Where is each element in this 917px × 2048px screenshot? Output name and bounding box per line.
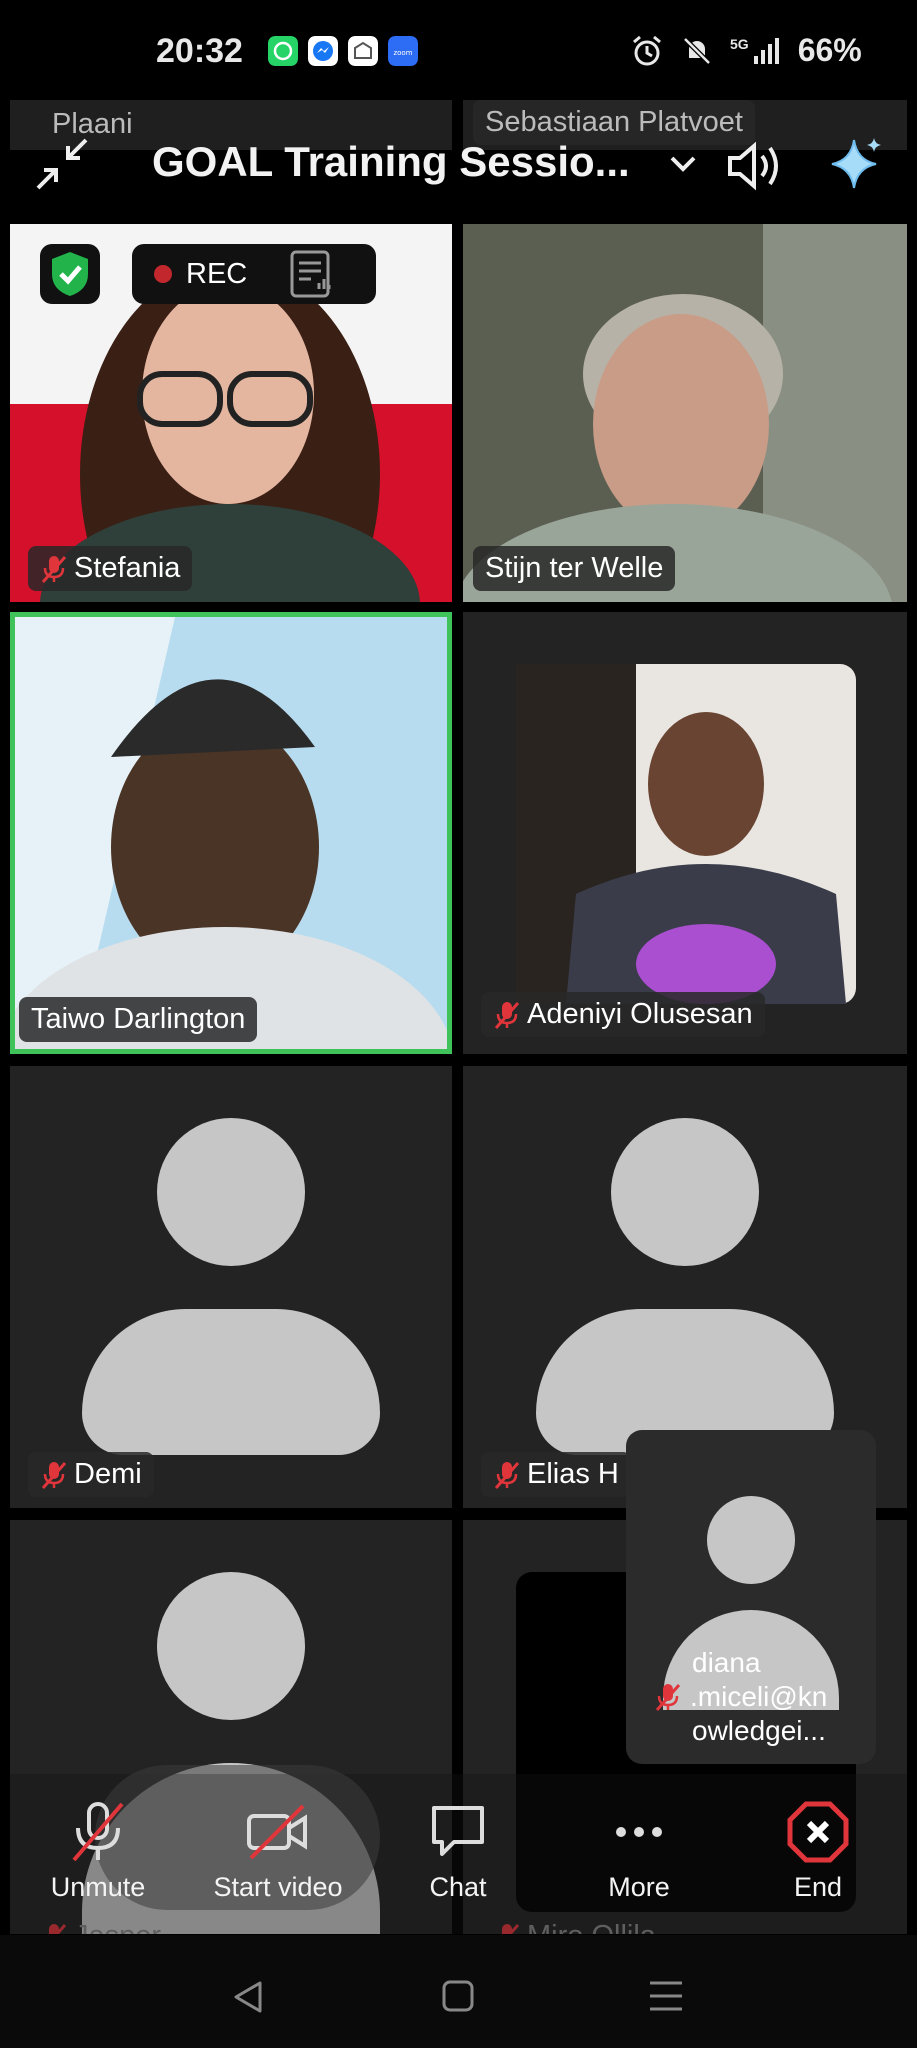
participant-name: Stefania [74, 552, 181, 584]
more-dots-icon [616, 1827, 662, 1837]
mic-off-icon [494, 1001, 520, 1029]
more-button[interactable]: More [549, 1800, 729, 1903]
participant-tile-taiwo[interactable]: Taiwo Darlington [10, 612, 452, 1054]
participant-tile-adeniyi[interactable]: Adeniyi Olusesan [463, 612, 907, 1054]
speaker-icon[interactable] [724, 138, 784, 194]
start-video-label: Start video [213, 1872, 343, 1902]
unmute-label: Unmute [50, 1872, 146, 1902]
bell-muted-icon [683, 36, 711, 65]
zoom-icon: zoom [388, 36, 418, 66]
participant-tile-stefania[interactable]: REC Stefania [10, 224, 452, 602]
recording-label: REC [186, 257, 248, 290]
participant-video [15, 617, 447, 1049]
chat-label: Chat [429, 1872, 487, 1902]
system-navigation-bar [0, 1935, 917, 2048]
battery-level: 66% [797, 32, 862, 68]
avatar-placeholder-head [157, 1118, 305, 1266]
encryption-shield[interactable] [40, 244, 100, 304]
participant-tile-stijn[interactable]: Stijn ter Welle [463, 224, 907, 602]
system-status: 5G 66% [630, 32, 862, 69]
chat-button[interactable]: Chat [368, 1800, 548, 1903]
ai-companion-icon[interactable] [826, 134, 886, 194]
start-video-button[interactable]: Start video [188, 1800, 368, 1903]
mic-muted-icon [72, 1802, 124, 1862]
chat-bubble-icon [432, 1806, 484, 1856]
status-bar: 20:32 zoom 5G 66% [0, 0, 917, 100]
end-label: End [793, 1872, 843, 1902]
participant-name: Stijn ter Welle [485, 552, 664, 584]
end-meeting-icon [787, 1801, 849, 1863]
participant-name: Elias H [527, 1458, 619, 1490]
participant-name-chip: Elias H [481, 1452, 631, 1497]
messenger-icon [308, 36, 338, 66]
alarm-icon [633, 35, 661, 65]
mic-off-icon [41, 1461, 67, 1489]
floating-name-line3: owledgei... [692, 1715, 826, 1746]
mic-off-icon [655, 1684, 681, 1711]
end-button[interactable]: End [728, 1800, 908, 1903]
participant-name-chip: Stijn ter Welle [473, 546, 676, 591]
participant-name: Demi [74, 1458, 142, 1490]
participant-profile-photo [516, 664, 856, 1004]
meeting-title[interactable]: GOAL Training Sessio... [152, 138, 630, 186]
participant-tile-demi[interactable]: Demi [10, 1066, 452, 1508]
record-dot-icon [154, 265, 172, 283]
video-off-icon [247, 1804, 307, 1860]
chevron-down-icon[interactable] [668, 152, 698, 176]
signal-5g-icon: 5G [730, 36, 782, 66]
notification-icons: zoom [268, 36, 418, 66]
more-label: More [608, 1872, 670, 1902]
clock: 20:32 [156, 32, 243, 70]
minimize-icon[interactable] [34, 136, 90, 192]
unmute-button[interactable]: Unmute [8, 1800, 188, 1903]
participant-name-chip: Demi [28, 1452, 154, 1497]
recording-indicator[interactable]: REC [132, 244, 376, 304]
mic-off-icon [41, 555, 67, 583]
avatar-placeholder-head [707, 1496, 795, 1584]
avatar-placeholder-head [611, 1118, 759, 1266]
floating-name-chip: diana .miceli@kn owledgei... [654, 1646, 854, 1748]
whatsapp-icon [268, 36, 298, 66]
avatar-placeholder-head [157, 1572, 305, 1720]
home-icon[interactable] [441, 1979, 475, 2013]
back-icon[interactable] [230, 1979, 266, 2015]
floating-name-line2: .miceli@kn [690, 1681, 828, 1712]
floating-name-line1: diana [692, 1647, 761, 1678]
participant-name: Adeniyi Olusesan [527, 998, 753, 1030]
mic-off-icon [494, 1461, 520, 1489]
mail-icon [348, 36, 378, 66]
participant-name: Taiwo Darlington [31, 1003, 246, 1035]
shield-check-icon [52, 252, 88, 296]
recents-menu-icon[interactable] [648, 1979, 684, 2013]
participant-name-chip: Adeniyi Olusesan [481, 992, 765, 1037]
floating-self-view[interactable]: diana .miceli@kn owledgei... [626, 1430, 876, 1764]
avatar-placeholder-body [82, 1309, 380, 1455]
participant-name-chip: Stefania [28, 546, 193, 591]
participant-name-chip: Taiwo Darlington [19, 997, 258, 1042]
svg-text:zoom: zoom [393, 49, 412, 57]
transcript-icon[interactable] [289, 249, 335, 299]
